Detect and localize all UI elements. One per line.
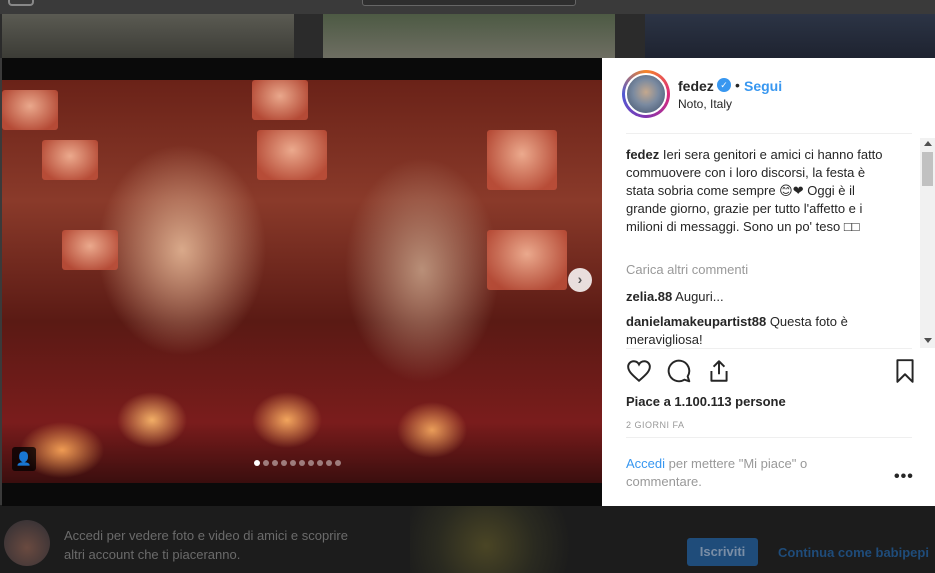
background-lamp <box>2 90 58 130</box>
profile-picture <box>625 73 667 115</box>
scroll-down-arrow-icon[interactable] <box>924 338 932 343</box>
carousel-dot <box>326 460 332 466</box>
caption-username[interactable]: fedez <box>626 147 659 162</box>
login-link[interactable]: Accedi <box>626 456 665 471</box>
bookmark-icon[interactable] <box>892 358 918 384</box>
instagram-logo-icon[interactable] <box>8 0 34 6</box>
post-timestamp[interactable]: 2 GIORNI FA <box>626 420 685 430</box>
carousel-dot <box>281 460 287 466</box>
background-lamp <box>62 230 118 270</box>
separator-dot: • <box>735 77 740 93</box>
avatar[interactable] <box>622 70 670 118</box>
more-options-button[interactable]: ••• <box>894 468 914 486</box>
top-navbar <box>0 0 935 14</box>
comment: zelia.88 Auguri... <box>626 288 896 306</box>
divider <box>626 348 912 349</box>
background-lamp <box>42 140 98 180</box>
carousel-indicators <box>254 460 341 466</box>
avatar <box>4 520 50 566</box>
comment-text: Auguri... <box>675 289 724 304</box>
register-button[interactable]: Iscriviti <box>687 538 758 566</box>
person-tag-icon[interactable]: 👤 <box>12 447 36 471</box>
caption: fedez Ieri sera genitori e amici ci hann… <box>626 146 888 236</box>
carousel-dot <box>272 460 278 466</box>
login-prompt: Accedi per mettere "Mi piace" o commenta… <box>626 455 846 491</box>
verified-icon: ✓ <box>717 78 731 92</box>
carousel-dot <box>254 460 260 466</box>
next-arrow-icon[interactable]: › <box>568 268 592 292</box>
grid-thumbnail[interactable] <box>323 14 615 58</box>
heart-icon[interactable] <box>626 358 652 384</box>
carousel-dot <box>335 460 341 466</box>
background-lamp <box>257 130 327 180</box>
comment: danielamakeupartist88 Questa foto è mera… <box>626 313 896 348</box>
share-icon[interactable] <box>706 358 732 384</box>
post-header: fedez ✓ • Segui Noto, Italy <box>602 58 935 134</box>
post-photo[interactable] <box>2 80 602 483</box>
likes-count[interactable]: Piace a 1.100.113 persone <box>626 394 786 409</box>
caption-text: Ieri sera genitori e amici ci hanno fatt… <box>626 147 883 234</box>
comment-icon[interactable] <box>666 358 692 384</box>
background-lamp <box>487 130 557 190</box>
scrollbar-thumb[interactable] <box>922 152 933 186</box>
comments-scrollbar[interactable] <box>920 138 935 348</box>
divider <box>626 437 912 438</box>
comments-section: fedez Ieri sera genitori e amici ci hann… <box>626 138 918 348</box>
carousel-dot <box>308 460 314 466</box>
post-sidebar: fedez ✓ • Segui Noto, Italy fedez Ieri s… <box>602 58 935 506</box>
signup-message: Accedi per vedere foto e video di amici … <box>64 528 348 562</box>
grid-thumbnail <box>410 505 600 573</box>
grid-thumbnail[interactable] <box>645 14 935 58</box>
carousel-dot <box>290 460 296 466</box>
action-bar <box>626 358 916 388</box>
feed-grid-top <box>0 0 935 58</box>
comment-username[interactable]: zelia.88 <box>626 289 672 304</box>
background-lamp <box>487 230 567 290</box>
divider <box>626 133 912 134</box>
continue-as-link[interactable]: Continua come babipepi <box>778 545 929 560</box>
scroll-up-arrow-icon[interactable] <box>924 141 932 146</box>
search-input[interactable] <box>362 0 576 6</box>
location-link[interactable]: Noto, Italy <box>678 97 732 111</box>
comment-username[interactable]: danielamakeupartist88 <box>626 314 766 329</box>
post-media: 👤 › <box>2 58 602 506</box>
carousel-dot <box>317 460 323 466</box>
grid-thumbnail[interactable] <box>2 14 294 58</box>
carousel-dot <box>263 460 269 466</box>
follow-button[interactable]: Segui <box>744 78 782 94</box>
load-more-comments-button[interactable]: Carica altri commenti <box>626 262 748 277</box>
carousel-dot <box>299 460 305 466</box>
background-lamp <box>252 80 308 120</box>
username-link[interactable]: fedez <box>678 78 714 94</box>
